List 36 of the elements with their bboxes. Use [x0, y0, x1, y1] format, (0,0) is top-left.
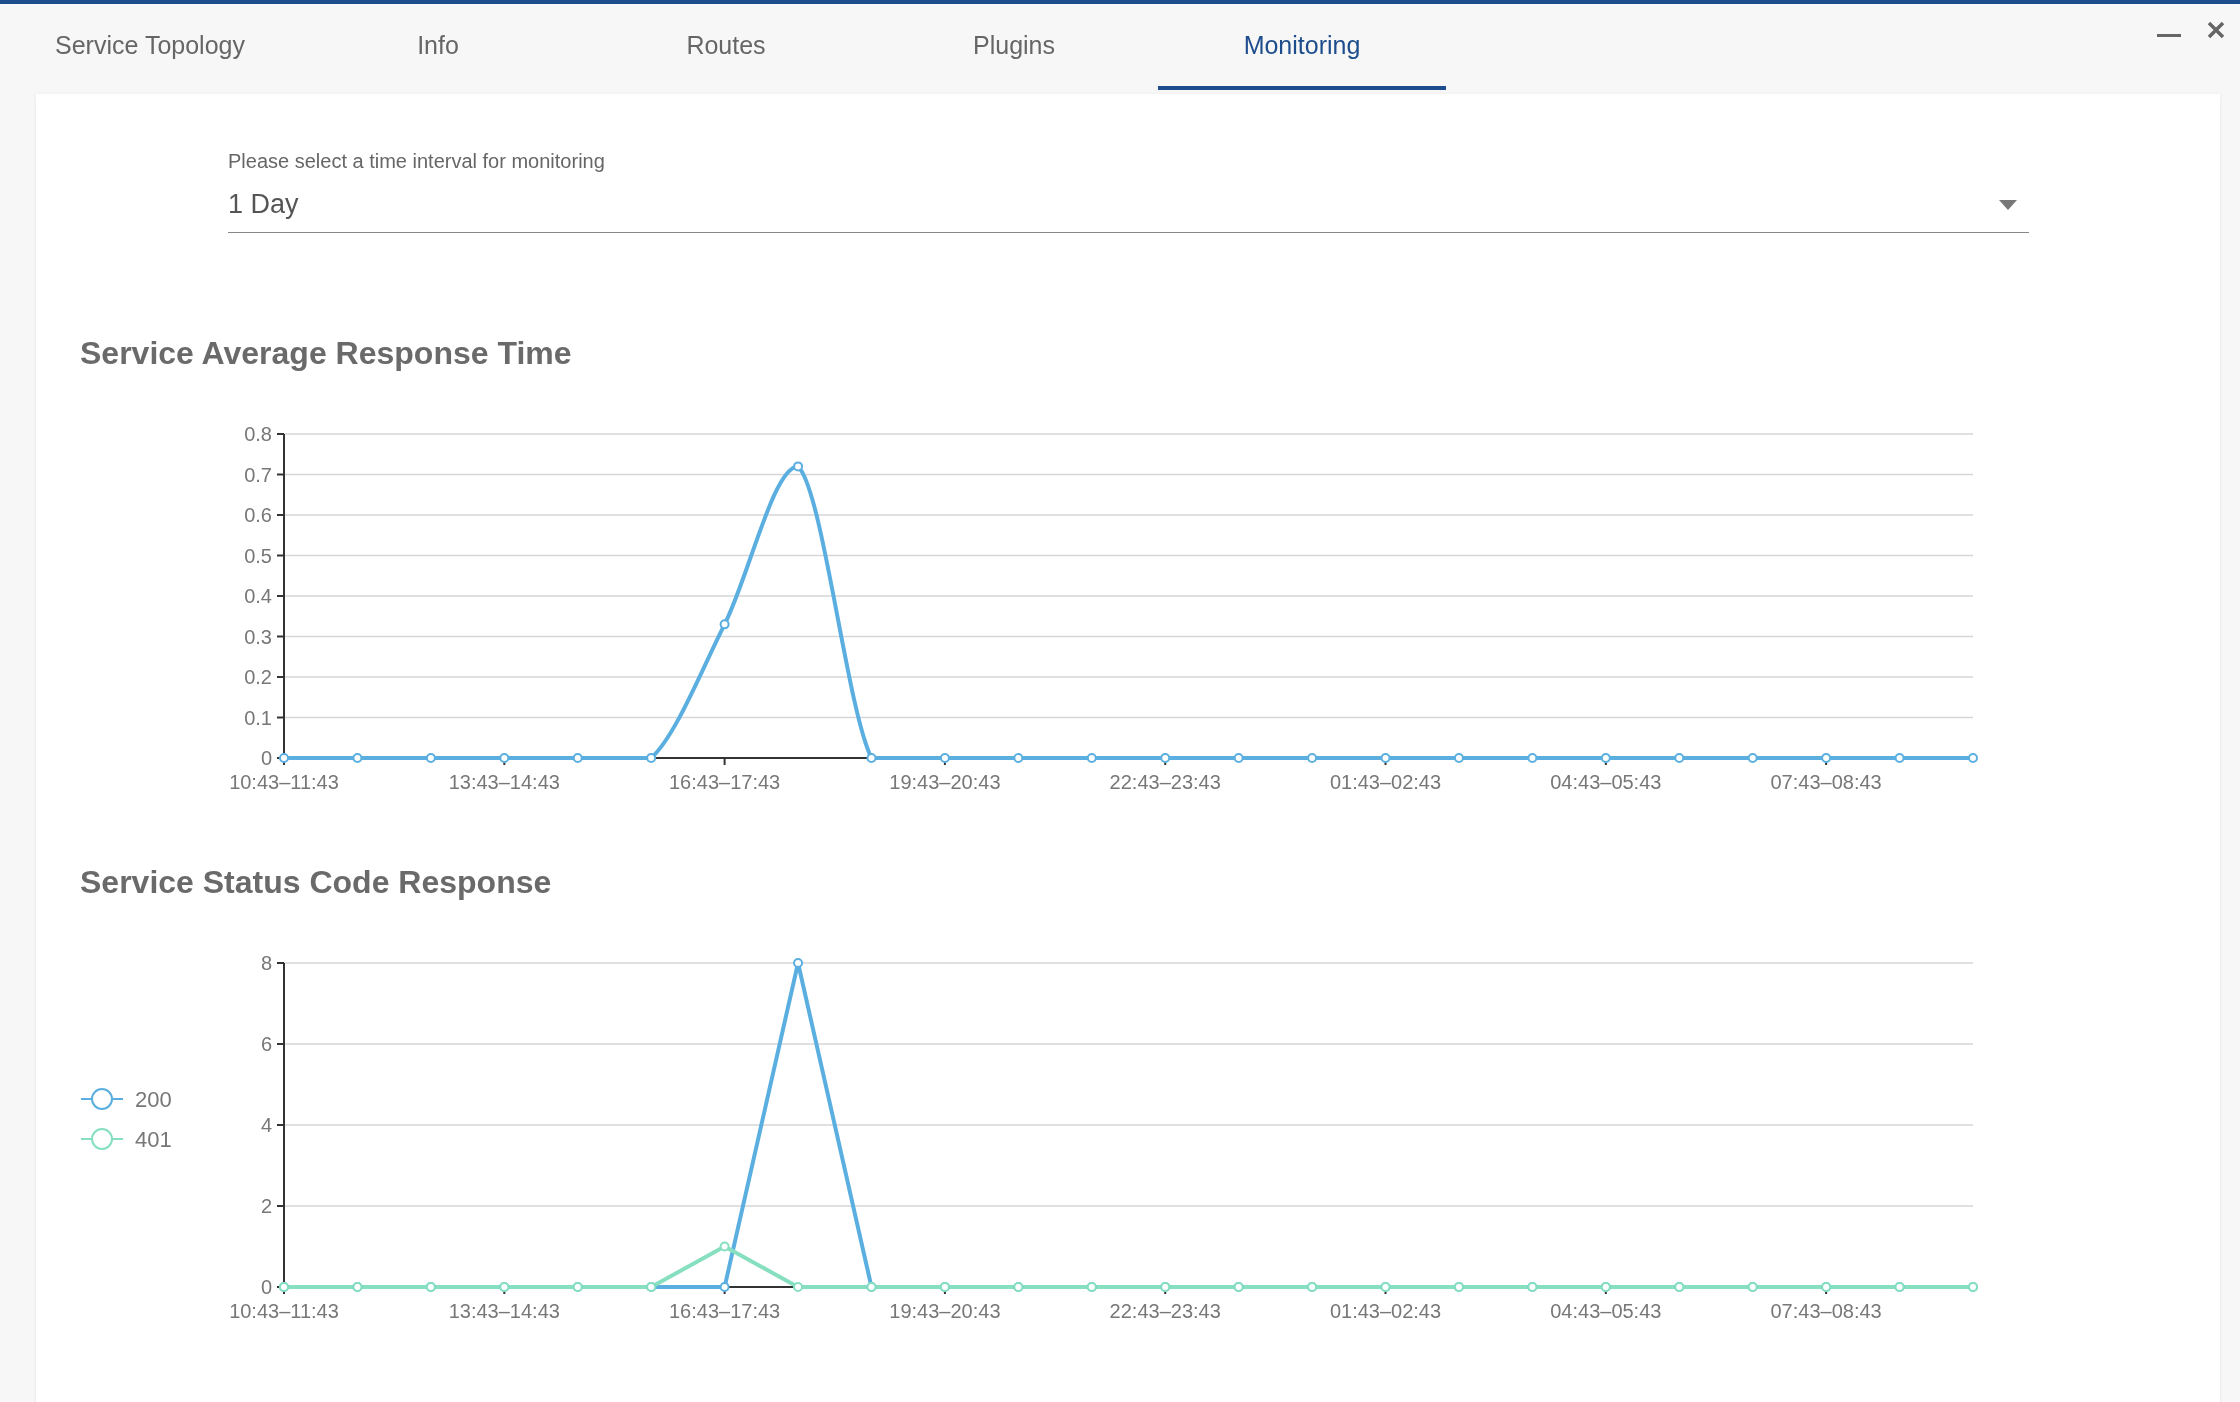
- axis-label: 19:43–20:43: [889, 771, 1001, 793]
- axis-label: 0.3: [244, 625, 272, 648]
- axis-label: 16:43–17:43: [669, 1300, 781, 1322]
- chart-title: Service Average Response Time: [80, 335, 573, 372]
- axis-label: 0.4: [244, 585, 272, 607]
- axis-label: 10:43–11:43: [229, 1300, 339, 1322]
- chart-title: Service Status Code Response: [80, 864, 553, 901]
- axis-label: 13:43–14:43: [448, 771, 560, 793]
- axis-label: 0.8: [244, 423, 272, 445]
- axis-label: 8: [260, 952, 272, 974]
- axis-label: 16:43–17:43: [669, 771, 781, 793]
- axis-label: 13:43–14:43: [448, 1300, 560, 1322]
- axis-label: 4: [260, 1114, 272, 1136]
- axis-label: 0: [260, 1276, 272, 1298]
- axis-label: 01:43–02:43: [1329, 771, 1442, 793]
- axis-label: 0.2: [244, 666, 272, 688]
- select-value: 1 Day: [228, 189, 299, 220]
- axis-label: 04:43–05:43: [1550, 771, 1662, 793]
- legend-label: 200: [135, 1087, 172, 1112]
- axis-label: 22:43–23:43: [1109, 1300, 1221, 1322]
- axis-label: 22:43–23:43: [1109, 771, 1221, 793]
- legend-label: 401: [135, 1127, 172, 1152]
- field-label: Please select a time interval for monitoring: [228, 150, 606, 173]
- axis-label: 0.7: [244, 463, 272, 486]
- axis-label: 10:43–11:43: [229, 771, 339, 793]
- axis-label: 19:43–20:43: [889, 1300, 1001, 1322]
- axis-label: 6: [260, 1033, 272, 1055]
- axis-label: 2: [260, 1195, 272, 1217]
- axis-label: 07:43–08:43: [1770, 771, 1882, 793]
- axis-label: 0: [260, 747, 272, 769]
- axis-label: 0.6: [244, 504, 272, 526]
- axis-label: 0.1: [244, 706, 272, 729]
- axis-label: 0.5: [244, 544, 272, 567]
- axis-label: 07:43–08:43: [1770, 1300, 1882, 1322]
- axis-label: 04:43–05:43: [1550, 1300, 1662, 1322]
- axis-label: 01:43–02:43: [1329, 1300, 1442, 1322]
